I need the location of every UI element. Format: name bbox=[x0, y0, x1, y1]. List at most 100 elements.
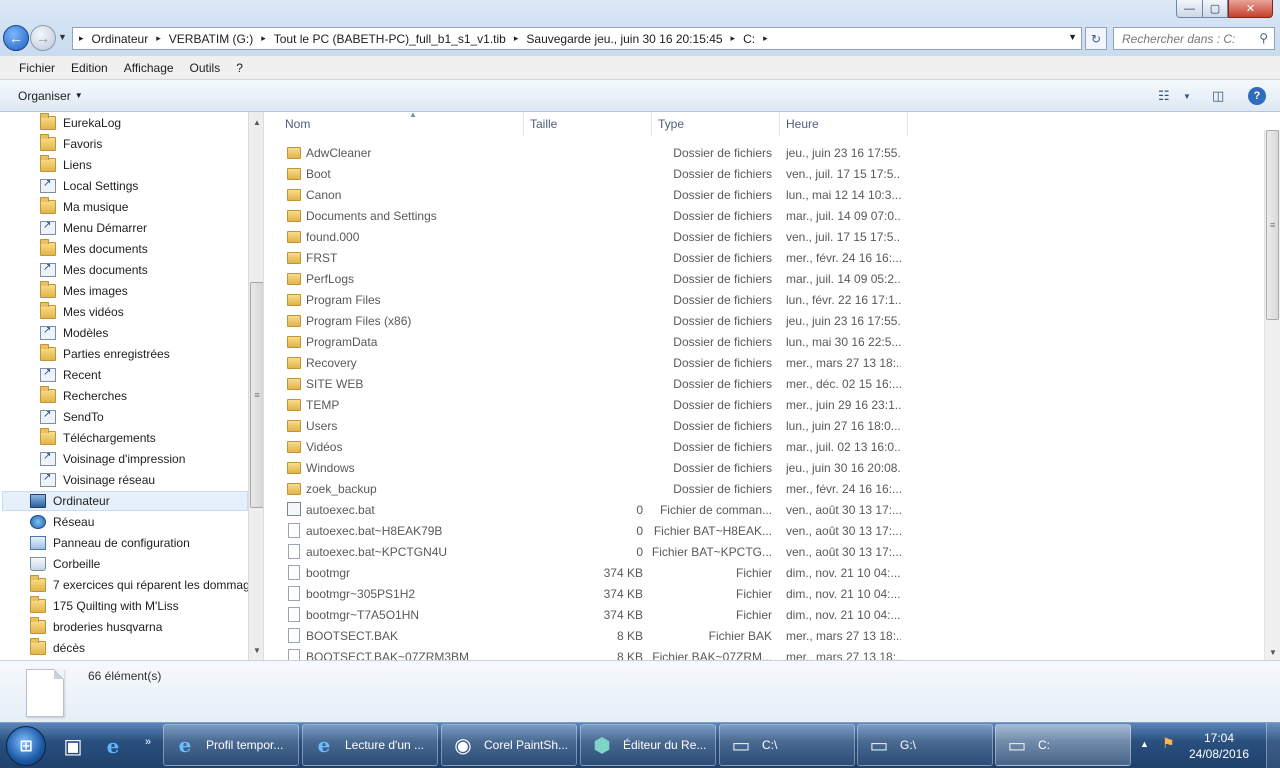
taskbar-button[interactable]: e Profil tempor... bbox=[163, 724, 299, 766]
column-header-size[interactable]: Taille bbox=[524, 112, 652, 136]
nav-item[interactable]: 175 Quilting with M'Liss bbox=[30, 595, 179, 616]
address-root-chevron-icon[interactable]: ▸ bbox=[73, 33, 90, 44]
nav-item[interactable]: Mes vidéos bbox=[40, 301, 124, 322]
nav-item[interactable]: Téléchargements bbox=[40, 427, 156, 448]
file-row[interactable]: bootmgr~T7A5O1HN 374 KB Fichier dim., nov. … bbox=[281, 605, 911, 626]
taskbar-button[interactable]: ⬢ Éditeur du Re... bbox=[580, 724, 716, 766]
nav-item[interactable]: 7 exercices qui réparent les dommage bbox=[30, 574, 256, 595]
nav-item[interactable]: SendTo bbox=[40, 406, 104, 427]
nav-item[interactable]: Ordinateur bbox=[30, 490, 110, 511]
recent-pages-dropdown-icon[interactable]: ▼ bbox=[58, 32, 67, 42]
start-button[interactable]: ⊞ bbox=[6, 726, 46, 766]
address-bar[interactable]: ▸ Ordinateur ▸ VERBATIM (G:) ▸ Tout le P… bbox=[72, 27, 1082, 50]
nav-item[interactable]: Réseau bbox=[30, 511, 94, 532]
file-row[interactable]: Windows Dossier de fichiers jeu., juin 30 … bbox=[281, 458, 911, 479]
show-desktop-quicklaunch-icon[interactable]: ▣ bbox=[58, 731, 88, 761]
forward-button[interactable]: → bbox=[30, 25, 56, 51]
file-row[interactable]: FRST Dossier de fichiers mer., févr. 24 16… bbox=[281, 248, 911, 269]
nav-scroll-thumb[interactable]: ≡ bbox=[250, 282, 263, 508]
file-row[interactable]: autoexec.bat~H8EAK79B 0 Fichier BAT~H8EAK.… bbox=[281, 521, 911, 542]
file-row[interactable]: PerfLogs Dossier de fichiers mar., juil. 1… bbox=[281, 269, 911, 290]
file-list-scrollbar[interactable]: ≡ ▼ bbox=[1264, 130, 1280, 660]
view-options-icon[interactable]: ☷ bbox=[1158, 88, 1170, 104]
show-desktop-button[interactable] bbox=[1266, 723, 1280, 768]
address-dropdown-icon[interactable]: ▼ bbox=[1068, 32, 1077, 42]
file-row[interactable]: Program Files (x86) Dossier de fichiers je… bbox=[281, 311, 911, 332]
nav-item[interactable]: Voisinage d'impression bbox=[40, 448, 185, 469]
taskbar-button[interactable]: ▭ C:\ bbox=[719, 724, 855, 766]
file-row[interactable]: autoexec.bat 0 Fichier de comman... ven., a… bbox=[281, 500, 911, 521]
file-row[interactable]: bootmgr~305PS1H2 374 KB Fichier dim., nov. … bbox=[281, 584, 911, 605]
close-button[interactable]: ✕ bbox=[1228, 0, 1273, 18]
file-row[interactable]: autoexec.bat~KPCTGN4U 0 Fichier BAT~KPCTG.… bbox=[281, 542, 911, 563]
help-icon[interactable]: ? bbox=[1248, 87, 1266, 105]
file-row[interactable]: Vidéos Dossier de fichiers mar., juil. 02 … bbox=[281, 437, 911, 458]
maximize-button[interactable]: ▢ bbox=[1202, 0, 1228, 18]
column-header-date[interactable]: Heure bbox=[780, 112, 908, 136]
file-row[interactable]: Recovery Dossier de fichiers mer., mars 27… bbox=[281, 353, 911, 374]
scroll-up-icon[interactable]: ▲ bbox=[249, 114, 263, 130]
file-row[interactable]: Users Dossier de fichiers lun., juin 27 16… bbox=[281, 416, 911, 437]
file-row[interactable]: BOOTSECT.BAK~07ZRM3BM 8 KB Fichier BAK~07Z… bbox=[281, 647, 911, 660]
nav-item[interactable]: Modèles bbox=[40, 322, 108, 343]
taskbar-button[interactable]: e Lecture d'un ... bbox=[302, 724, 438, 766]
view-dropdown-icon[interactable]: ▼ bbox=[1183, 92, 1191, 108]
taskbar-button[interactable]: ◉ Corel PaintSh... bbox=[441, 724, 577, 766]
file-row[interactable]: Boot Dossier de fichiers ven., juil. 17 15… bbox=[281, 164, 911, 185]
breadcrumb-item[interactable]: Ordinateur bbox=[90, 32, 151, 46]
breadcrumb-item[interactable]: Tout le PC (BABETH-PC)_full_b1_s1_v1.tib bbox=[272, 32, 508, 46]
nav-item[interactable]: broderies husqvarna bbox=[30, 616, 162, 637]
nav-item[interactable]: Mes documents bbox=[40, 259, 148, 280]
nav-item[interactable]: Liens bbox=[40, 154, 92, 175]
file-row[interactable]: Documents and Settings Dossier de fichier… bbox=[281, 206, 911, 227]
nav-item[interactable]: Menu Démarrer bbox=[40, 217, 147, 238]
breadcrumb-item[interactable]: VERBATIM (G:) bbox=[167, 32, 255, 46]
refresh-button[interactable]: ↻ bbox=[1085, 27, 1107, 50]
menu-help[interactable]: ? bbox=[228, 61, 251, 75]
nav-item[interactable]: Parties enregistrées bbox=[40, 343, 170, 364]
action-center-flag-icon[interactable]: ⚑ bbox=[1162, 735, 1175, 752]
search-icon[interactable]: ⚲ bbox=[1259, 31, 1268, 45]
nav-item[interactable]: Corbeille bbox=[30, 553, 100, 574]
search-input[interactable]: Rechercher dans : C: ⚲ bbox=[1113, 27, 1275, 50]
nav-item[interactable]: EurekaLog bbox=[40, 112, 121, 133]
nav-item[interactable]: Recent bbox=[40, 364, 101, 385]
breadcrumb-chevron-icon[interactable]: ▸ bbox=[508, 33, 525, 44]
menu-file[interactable]: Fichier bbox=[11, 61, 63, 75]
nav-item[interactable]: Recherches bbox=[40, 385, 127, 406]
taskbar-button[interactable]: ▭ C: bbox=[995, 724, 1131, 766]
nav-item[interactable]: Local Settings bbox=[40, 175, 138, 196]
nav-item[interactable]: Voisinage réseau bbox=[40, 469, 155, 490]
breadcrumb-item[interactable]: Sauvegarde jeu., juin 30 16 20:15:45 bbox=[524, 32, 724, 46]
menu-edit[interactable]: Edition bbox=[63, 61, 116, 75]
nav-item[interactable]: Mes documents bbox=[40, 238, 148, 259]
breadcrumb-chevron-icon[interactable]: ▸ bbox=[757, 33, 774, 44]
file-row[interactable]: BOOTSECT.BAK 8 KB Fichier BAK mer., mars 27… bbox=[281, 626, 911, 647]
clock[interactable]: 17:04 24/08/2016 bbox=[1188, 730, 1250, 762]
scroll-down-icon[interactable]: ▼ bbox=[1265, 644, 1280, 660]
menu-view[interactable]: Affichage bbox=[116, 61, 182, 75]
scroll-down-icon[interactable]: ▼ bbox=[249, 642, 263, 658]
breadcrumb-chevron-icon[interactable]: ▸ bbox=[150, 33, 167, 44]
column-header-name[interactable]: Nom ▲ bbox=[279, 112, 524, 136]
nav-scrollbar[interactable]: ▲ ≡ ▼ bbox=[248, 112, 263, 660]
organize-button[interactable]: Organiser ▼ bbox=[18, 89, 83, 103]
file-row[interactable]: TEMP Dossier de fichiers mer., juin 29 16 … bbox=[281, 395, 911, 416]
breadcrumb-chevron-icon[interactable]: ▸ bbox=[255, 33, 272, 44]
file-row[interactable]: zoek_backup Dossier de fichiers mer., févr… bbox=[281, 479, 911, 500]
file-row[interactable]: Program Files Dossier de fichiers lun., fé… bbox=[281, 290, 911, 311]
quicklaunch-overflow-icon[interactable]: » bbox=[138, 727, 158, 757]
nav-item[interactable]: Favoris bbox=[40, 133, 102, 154]
menu-tools[interactable]: Outils bbox=[182, 61, 229, 75]
nav-item[interactable]: Mes images bbox=[40, 280, 128, 301]
internet-explorer-icon[interactable]: e bbox=[98, 731, 128, 761]
nav-item[interactable]: Ma musique bbox=[40, 196, 128, 217]
minimize-button[interactable]: — bbox=[1176, 0, 1203, 18]
file-row[interactable]: SITE WEB Dossier de fichiers mer., déc. 02… bbox=[281, 374, 911, 395]
nav-item[interactable]: Panneau de configuration bbox=[30, 532, 190, 553]
show-hidden-icons-icon[interactable]: ▲ bbox=[1140, 739, 1149, 749]
breadcrumb-chevron-icon[interactable]: ▸ bbox=[725, 33, 742, 44]
file-row[interactable]: found.000 Dossier de fichiers ven., juil. … bbox=[281, 227, 911, 248]
nav-item[interactable]: décès bbox=[30, 637, 85, 658]
file-row[interactable]: Canon Dossier de fichiers lun., mai 12 14 … bbox=[281, 185, 911, 206]
